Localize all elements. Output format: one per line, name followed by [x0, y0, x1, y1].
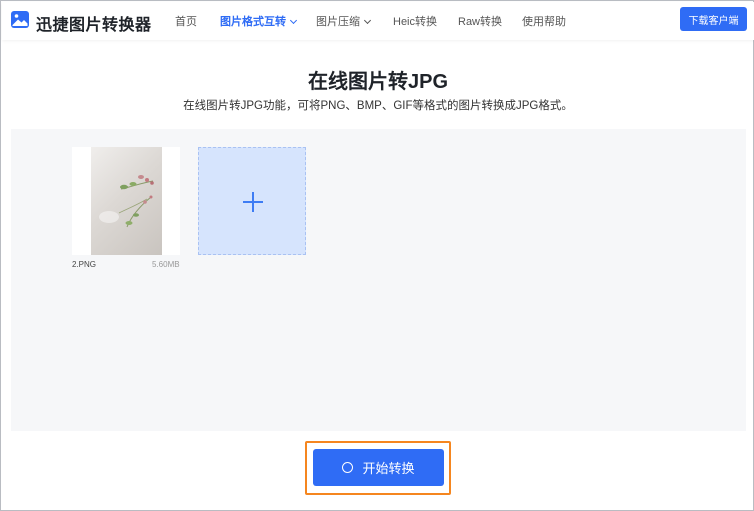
nav-help-label: 使用帮助 — [522, 16, 566, 28]
download-client-button[interactable]: 下载客户端 — [680, 7, 747, 31]
page-subtitle: 在线图片转JPG功能，可将PNG、BMP、GIF等格式的图片转换成JPG格式。 — [183, 100, 573, 112]
image-preview — [91, 147, 162, 255]
nav-help[interactable]: 使用帮助 — [522, 13, 566, 29]
nav-heic-label: Heic转换 — [393, 16, 438, 28]
spinner-icon — [342, 462, 354, 473]
logo-image-icon — [11, 11, 29, 28]
start-convert-button[interactable]: 开始转换 — [313, 449, 444, 486]
nav-compress[interactable]: 图片压缩 — [316, 13, 372, 29]
chevron-down-icon — [289, 16, 298, 25]
nav-format-convert[interactable]: 图片格式互转 — [220, 13, 298, 29]
nav-home-label: 首页 — [175, 16, 197, 28]
app-window: 迅捷图片转换器 首页 图片格式互转 图片压缩 Heic转换 Raw转换 使用帮助… — [0, 0, 754, 511]
nav-compress-label: 图片压缩 — [316, 16, 360, 28]
chevron-down-icon — [363, 16, 372, 25]
file-name: 2.PNG — [72, 260, 97, 269]
top-navbar: 迅捷图片转换器 首页 图片格式互转 图片压缩 Heic转换 Raw转换 使用帮助… — [2, 2, 754, 40]
add-file-button[interactable] — [198, 147, 306, 255]
page-title: 在线图片转JPG — [307, 71, 449, 93]
file-size: 5.60MB — [152, 260, 180, 269]
nav-raw[interactable]: Raw转换 — [458, 13, 502, 29]
plus-icon-vertical — [252, 192, 254, 212]
start-convert-label: 开始转换 — [362, 461, 415, 476]
nav-heic[interactable]: Heic转换 — [393, 13, 437, 29]
nav-raw-label: Raw转换 — [458, 16, 503, 28]
brand-name[interactable]: 迅捷图片转换器 — [36, 11, 152, 35]
upload-area[interactable]: 2.PNG 5.60MB — [11, 129, 746, 431]
nav-format-convert-label: 图片格式互转 — [220, 16, 286, 28]
nav-home[interactable]: 首页 — [175, 13, 197, 29]
file-thumbnail[interactable] — [72, 147, 180, 255]
